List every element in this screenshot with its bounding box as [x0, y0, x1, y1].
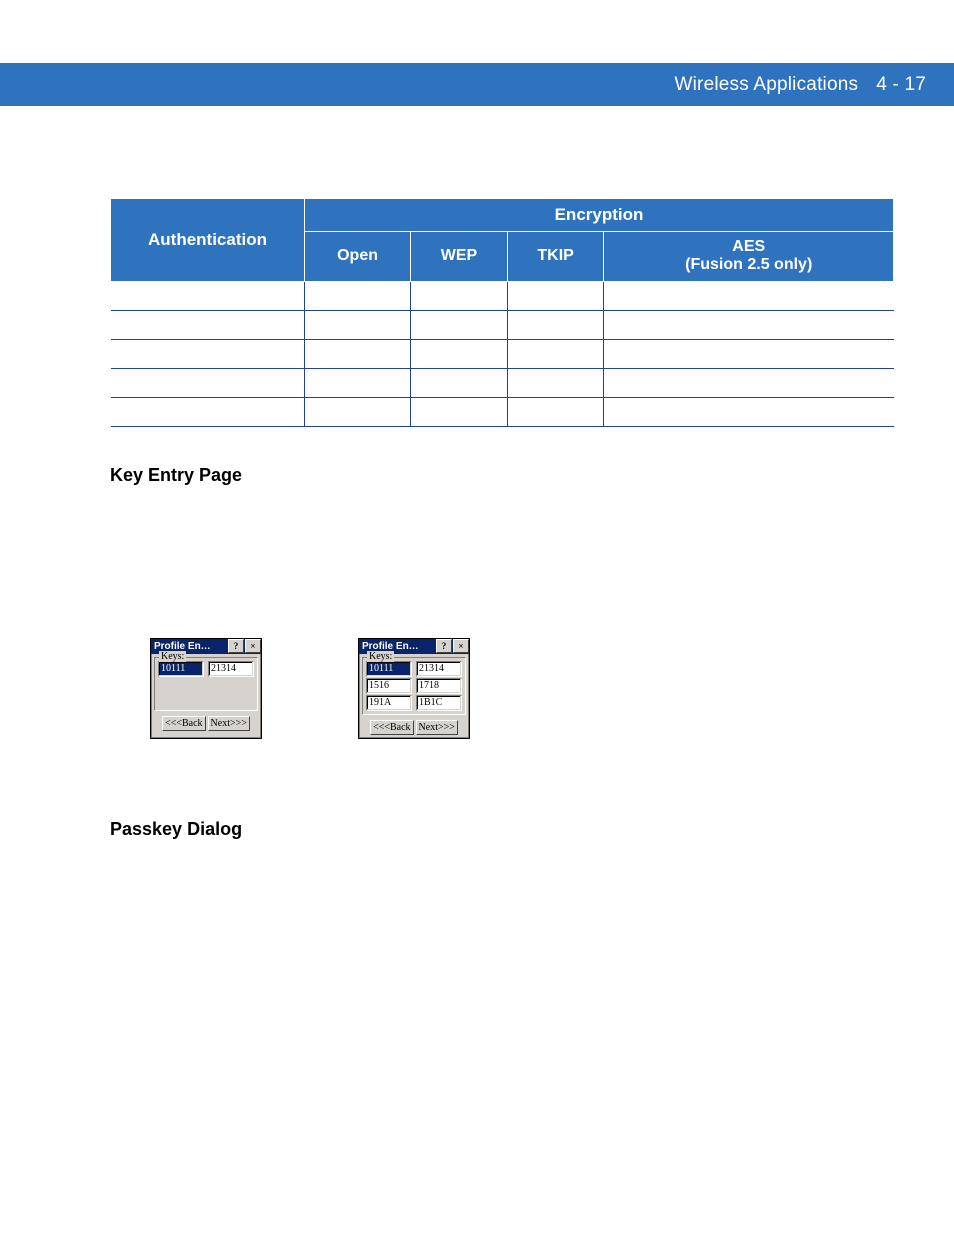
key-field[interactable]: 191A	[366, 695, 412, 711]
table-row	[111, 339, 894, 368]
close-icon[interactable]: ×	[453, 639, 469, 653]
next-button[interactable]: Next>>>	[208, 716, 250, 731]
key-field[interactable]: 21314	[416, 661, 462, 677]
table-row	[111, 281, 894, 310]
key-field[interactable]: 10111	[158, 661, 204, 677]
keys-group: Keys: 10111 21314	[154, 657, 258, 711]
help-icon[interactable]: ?	[436, 639, 452, 653]
key-field[interactable]: 10111	[366, 661, 412, 677]
th-wep: WEP	[411, 232, 508, 282]
table-row	[111, 310, 894, 339]
key-field[interactable]: 1B1C	[416, 695, 462, 711]
back-button[interactable]: <<<Back	[162, 716, 205, 731]
th-encryption: Encryption	[305, 199, 894, 232]
key-row: 10111 21314	[158, 661, 254, 677]
key-field[interactable]: 1516	[366, 678, 412, 694]
close-icon[interactable]: ×	[245, 639, 261, 653]
th-open: Open	[305, 232, 411, 282]
page-content: Authentication Encryption Open WEP TKIP …	[110, 198, 894, 840]
keys-group: Keys: 10111 21314 1516 1718 191A 1B1C	[362, 657, 466, 715]
table-row	[111, 368, 894, 397]
key-field[interactable]: 21314	[208, 661, 254, 677]
table-row	[111, 397, 894, 426]
th-tkip: TKIP	[507, 232, 604, 282]
key-row: 1516 1718	[366, 678, 462, 694]
next-button[interactable]: Next>>>	[416, 720, 458, 735]
page-header: Wireless Applications 4 - 17	[0, 63, 954, 106]
profile-entry-dialog-40bit: Profile En… ? × Keys: 10111 21314 <<<Bac…	[150, 638, 262, 739]
page-header-title: Wireless Applications	[674, 74, 858, 96]
dialog-screenshots: Profile En… ? × Keys: 10111 21314 <<<Bac…	[150, 638, 894, 739]
page-header-number: 4 - 17	[876, 74, 926, 96]
heading-key-entry: Key Entry Page	[110, 465, 894, 486]
help-icon[interactable]: ?	[228, 639, 244, 653]
key-field[interactable]: 1718	[416, 678, 462, 694]
dialog-buttons: <<<Back Next>>>	[151, 714, 261, 734]
th-authentication: Authentication	[111, 199, 305, 282]
th-aes: AES (Fusion 2.5 only)	[604, 232, 894, 282]
dialog-buttons: <<<Back Next>>>	[359, 718, 469, 738]
back-button[interactable]: <<<Back	[370, 720, 413, 735]
heading-passkey: Passkey Dialog	[110, 819, 894, 840]
profile-entry-dialog-128bit: Profile En… ? × Keys: 10111 21314 1516 1…	[358, 638, 470, 739]
key-row: 191A 1B1C	[366, 695, 462, 711]
keys-legend: Keys:	[367, 651, 394, 662]
key-row: 10111 21314	[366, 661, 462, 677]
encryption-table: Authentication Encryption Open WEP TKIP …	[110, 198, 894, 427]
keys-legend: Keys:	[159, 651, 186, 662]
encryption-table-body	[111, 281, 894, 426]
